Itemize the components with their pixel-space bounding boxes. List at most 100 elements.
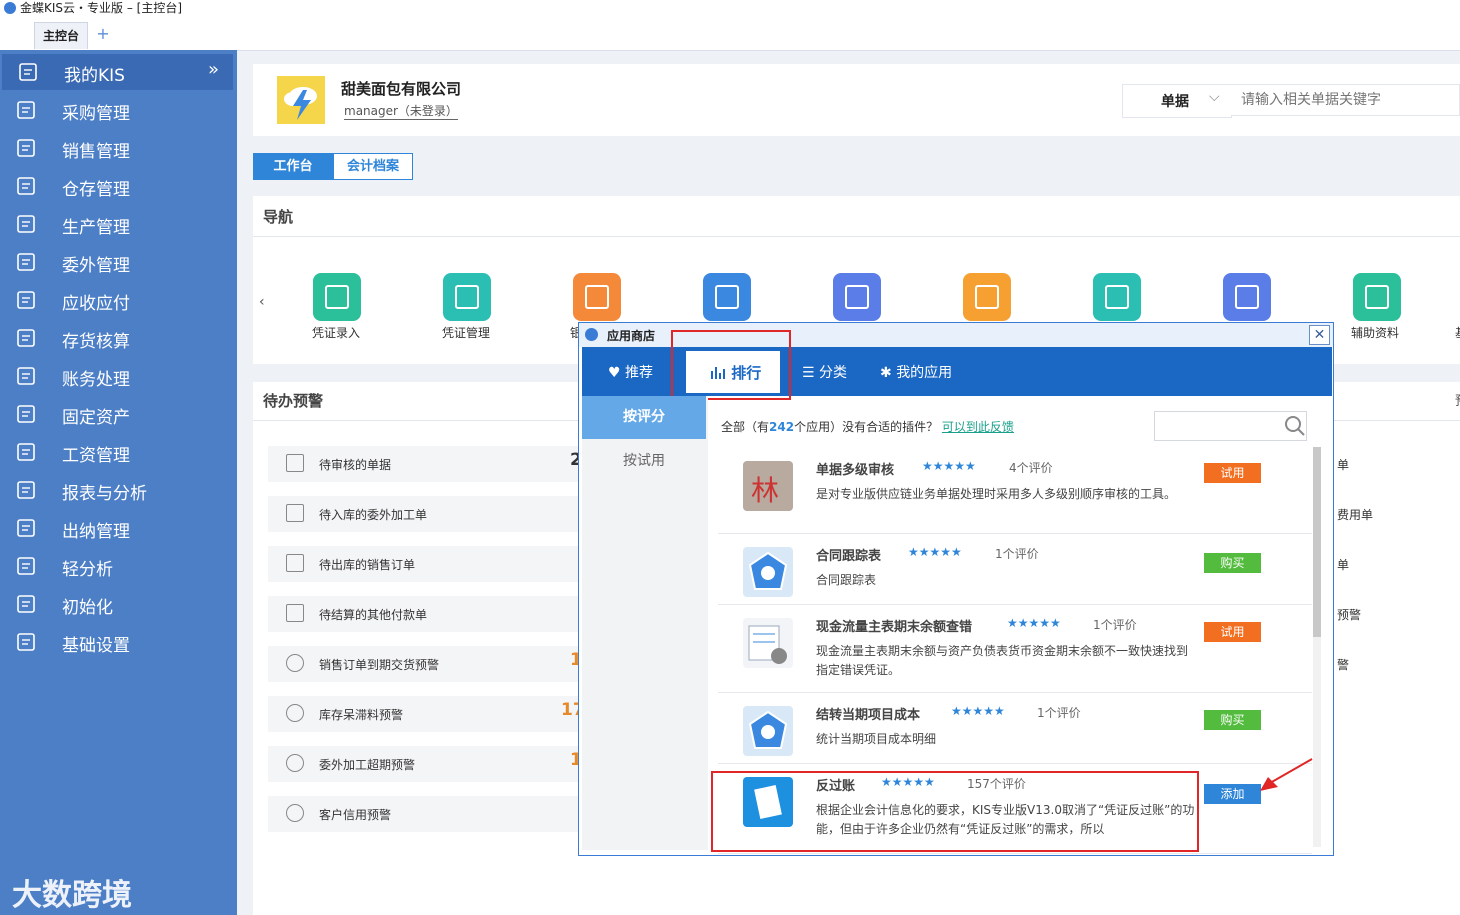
sidebar-item-10[interactable]: 工资管理 [0,434,237,470]
red-arrow-annotation [1260,758,1313,791]
sidebar-item-label: 初始化 [62,598,113,618]
nav-app-label[interactable]: 凭证管理 [442,324,490,341]
user-login-status[interactable]: manager（未登录） [344,102,458,120]
tab-recommend-label: 推荐 [625,365,654,381]
app-item: 结转当期项目成本 ★★★★★ 1个评价 统计当期项目成本明细 购买 [718,692,1312,764]
divider [253,236,1460,237]
feedback-link[interactable]: 可以到此反馈 [942,420,1014,434]
cashier-icon [16,518,36,538]
nav-prev-arrow[interactable]: ‹ [259,294,265,310]
right-todo-label[interactable]: 费用单 [1337,506,1373,523]
todo-label: 销售订单到期交货预警 [319,658,440,672]
nav-app-icon-8[interactable] [1353,273,1401,321]
todo-label: 库存呆滞料预警 [319,708,404,722]
buy-button[interactable]: 购买 [1204,553,1261,573]
review-count: 1个评价 [995,547,1039,561]
sidebar-item-label: 固定资产 [62,408,130,428]
nav-app-icon-4[interactable] [833,273,881,321]
sidebar-item-13[interactable]: 轻分析 [0,548,237,584]
tab-workbench[interactable]: 工作台 [253,153,333,180]
nav-app-icon-5[interactable] [963,273,1011,321]
todo-item[interactable]: 待出库的销售订单 [268,546,578,582]
search-input[interactable] [1231,84,1460,116]
dialog-title: 应用商店 [607,329,656,343]
sidebar-item-6[interactable]: 应收应付 [0,282,237,318]
todo-item[interactable]: 销售订单到期交货预警 1 [268,646,582,682]
review-count: 4个评价 [1009,461,1053,475]
sidebar-item-8[interactable]: 账务处理 [0,358,237,394]
nav-app-icon-7[interactable] [1223,273,1271,321]
sidebar-item-1[interactable]: 采购管理 [0,92,237,128]
todo-item[interactable]: 待审核的单据 2 [268,446,582,482]
try-button[interactable]: 试用 [1204,622,1261,642]
search-icon [1285,416,1305,436]
app-store-icon [585,328,598,341]
app-name[interactable]: 结转当期项目成本 [816,704,920,723]
scrollbar-thumb[interactable] [1313,447,1321,637]
sidebar-item-3[interactable]: 仓存管理 [0,168,237,204]
close-button[interactable]: ✕ [1309,325,1330,345]
add-button[interactable]: 添加 [1204,784,1261,804]
sidebar-item-15[interactable]: 基础设置 [0,624,237,660]
tab-main-console[interactable]: 主控台 [34,22,88,49]
sidebar-item-11[interactable]: 报表与分析 [0,472,237,508]
cloud-lightning-icon [284,87,317,120]
app-search-input[interactable] [1154,411,1307,441]
sidebar-item-5[interactable]: 委外管理 [0,244,237,280]
sort-by-trial[interactable]: 按试用 [582,445,706,477]
todo-item[interactable]: 待结算的其他付款单 [268,596,578,632]
sidebar-item-2[interactable]: 销售管理 [0,130,237,166]
app-description: 现金流量主表期末余额与资产负债表货币资金期末余额不一致快速找到指定错误凭证。 [816,644,1189,677]
alert-icon [286,654,304,672]
app-name[interactable]: 现金流量主表期末余额查错 [816,616,972,635]
todo-label: 待入库的委外加工单 [319,508,428,522]
nav-app-icon-2[interactable] [573,273,621,321]
review-count: 1个评价 [1037,706,1081,720]
nav-app-icon-6[interactable] [1093,273,1141,321]
right-todo-label[interactable]: 单 [1337,556,1349,573]
todo-label: 待结算的其他付款单 [319,608,428,622]
app-name[interactable]: 合同跟踪表 [816,545,881,564]
tab-category[interactable]: ☰ 分类 [802,362,847,382]
nav-app-icon-3[interactable] [703,273,751,321]
production-icon [16,214,36,234]
search-type-select[interactable]: 单据 ⌵ [1122,84,1232,118]
monitor-icon [18,62,38,82]
sidebar-item-4[interactable]: 生产管理 [0,206,237,242]
nav-app-label[interactable]: 基 [1455,324,1460,341]
add-tab-button[interactable]: + [93,24,113,44]
receivable-icon [16,290,36,310]
expand-icon[interactable]: » [208,59,219,80]
right-todo-label[interactable]: 警 [1337,656,1349,673]
sidebar-item-14[interactable]: 初始化 [0,586,237,622]
nav-app-label[interactable]: 凭证录入 [312,324,360,341]
nav-app-icon-0[interactable] [313,273,361,321]
sidebar-item-label: 生产管理 [62,218,130,238]
try-button[interactable]: 试用 [1204,463,1261,483]
sidebar-item-7[interactable]: 存货核算 [0,320,237,356]
sidebar-item-0[interactable]: 我的KIS » [2,54,233,90]
sidebar-item-label: 工资管理 [62,446,130,466]
heart-icon: ♥ [608,365,621,381]
sidebar-item-label: 采购管理 [62,104,130,124]
app-name[interactable]: 单据多级审核 [816,459,894,478]
right-todo-label[interactable]: 预警 [1337,606,1361,623]
sort-by-rating[interactable]: 按评分 [582,396,706,439]
tab-accounting-archive[interactable]: 会计档案 [333,153,413,180]
right-todo-label[interactable]: 单 [1337,456,1349,473]
nav-app-label[interactable]: 辅助资料 [1351,324,1399,341]
sidebar-item-9[interactable]: 固定资产 [0,396,237,432]
todo-item[interactable]: 客户信用预警 [268,796,578,832]
search-type-value: 单据 [1161,94,1189,110]
app-item: 林 单据多级审核 ★★★★★ 4个评价 是对专业版供应链业务单据处理时采用多人多级别顺序… [718,447,1312,534]
tab-recommend[interactable]: ♥ 推荐 [608,362,653,382]
todo-item[interactable]: 库存呆滞料预警 17 [268,696,585,732]
sidebar-item-12[interactable]: 出纳管理 [0,510,237,546]
init-icon [16,594,36,614]
doc-icon [286,454,304,472]
nav-app-icon-1[interactable] [443,273,491,321]
tab-my-apps[interactable]: ✱ 我的应用 [880,362,952,382]
todo-item[interactable]: 委外加工超期预警 1 [268,746,582,782]
todo-item[interactable]: 待入库的委外加工单 [268,496,578,532]
buy-button[interactable]: 购买 [1204,710,1261,730]
